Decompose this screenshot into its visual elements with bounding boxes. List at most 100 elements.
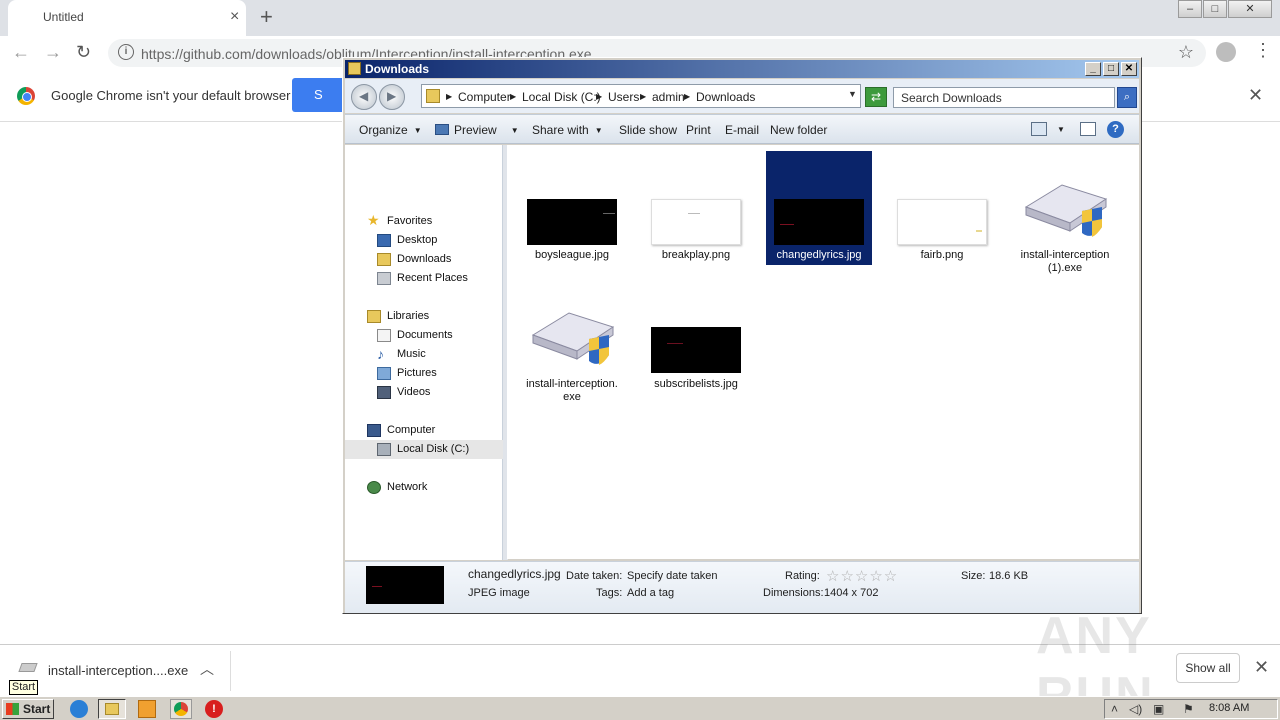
breadcrumb-downloads[interactable]: Downloads <box>696 90 755 104</box>
internet-explorer-icon[interactable] <box>70 700 88 718</box>
close-window-button[interactable]: ✕ <box>1228 0 1272 18</box>
maximize-button[interactable]: □ <box>1103 62 1119 76</box>
download-separator <box>230 651 231 691</box>
tags-value[interactable]: Add a tag <box>627 587 674 599</box>
breadcrumb-root-arrow-icon[interactable]: ▶ <box>446 92 452 101</box>
back-button[interactable]: ◀ <box>351 84 377 110</box>
tags-label: Tags: <box>596 587 623 599</box>
file-name: breakplay.png <box>661 249 731 261</box>
new-tab-button[interactable]: + <box>260 4 273 30</box>
nav-local-disk[interactable]: Local Disk (C:) <box>377 443 469 456</box>
show-hidden-icons-icon[interactable]: ˄ <box>1111 702 1118 716</box>
pictures-icon <box>377 367 391 380</box>
explorer-window: Downloads _ □ ✕ ◀ ▶ ▶ Computer ▶ Local D… <box>342 57 1142 614</box>
address-dropdown-icon[interactable]: ▼ <box>848 89 857 99</box>
breadcrumb-local-disk[interactable]: Local Disk (C:) <box>522 90 601 104</box>
file-name: changedlyrics.jpg <box>776 249 862 261</box>
music-note-icon: ♪ <box>377 346 384 362</box>
tab-close-icon[interactable]: × <box>230 8 239 26</box>
media-player-icon[interactable] <box>138 700 156 718</box>
image-thumbnail <box>774 199 864 245</box>
file-name: boysleague.jpg <box>534 249 609 261</box>
email-button[interactable]: E-mail <box>725 123 759 137</box>
search-input[interactable]: Search Downloads <box>893 87 1115 108</box>
change-view-icon[interactable] <box>1031 122 1047 136</box>
nav-recent-places[interactable]: Recent Places <box>377 272 468 285</box>
rating-stars[interactable]: ☆☆☆☆☆ <box>826 567 898 585</box>
nav-desktop[interactable]: Desktop <box>377 234 437 247</box>
dropdown-arrow-icon: ▼ <box>413 126 422 135</box>
file-item[interactable]: install-interception. exe <box>519 281 625 411</box>
nav-downloads[interactable]: Downloads <box>377 253 451 266</box>
explorer-taskbar-button[interactable] <box>98 699 126 719</box>
forward-button[interactable]: ▶ <box>379 84 405 110</box>
clock[interactable]: 8:08 AM <box>1209 702 1249 714</box>
nav-network[interactable]: Network <box>367 481 427 494</box>
file-item-selected[interactable]: changedlyrics.jpg <box>766 151 872 265</box>
file-item[interactable]: boysleague.jpg <box>519 151 625 265</box>
close-button[interactable]: ✕ <box>1121 62 1137 76</box>
nav-videos[interactable]: Videos <box>377 386 430 399</box>
explorer-titlebar[interactable]: Downloads _ □ ✕ <box>345 60 1139 78</box>
nav-documents[interactable]: Documents <box>377 329 453 342</box>
refresh-icon[interactable]: ⇄ <box>865 87 887 107</box>
breadcrumb-admin[interactable]: admin <box>652 90 685 104</box>
infobar-close-icon[interactable]: ✕ <box>1248 85 1263 106</box>
download-item[interactable]: install-interception....exe <box>48 663 188 678</box>
dropdown-arrow-icon: ▼ <box>510 126 519 135</box>
documents-icon <box>377 329 391 342</box>
minimize-button[interactable]: – <box>1178 0 1202 18</box>
chrome-icon <box>174 702 188 716</box>
breadcrumb-arrow-icon[interactable]: ▶ <box>684 92 690 101</box>
volume-icon[interactable]: ◁) <box>1129 702 1142 716</box>
chrome-menu-icon[interactable]: ⋮ <box>1254 40 1272 61</box>
forward-arrow-icon[interactable]: → <box>44 42 62 63</box>
nav-libraries[interactable]: Libraries <box>367 310 429 323</box>
file-item[interactable]: install-interception (1).exe <box>1012 151 1118 281</box>
back-arrow-icon[interactable]: ← <box>12 42 30 63</box>
date-taken-value[interactable]: Specify date taken <box>627 570 718 582</box>
reload-icon[interactable]: ↻ <box>76 42 91 63</box>
profile-avatar-icon[interactable] <box>1216 42 1236 62</box>
network-tray-icon[interactable]: ▣ <box>1153 702 1164 716</box>
file-item[interactable]: breakplay.png <box>643 151 749 265</box>
help-icon[interactable]: ? <box>1107 121 1124 138</box>
breadcrumb-arrow-icon[interactable]: ▶ <box>640 92 646 101</box>
breadcrumb-computer[interactable]: Computer <box>458 90 511 104</box>
slide-show-button[interactable]: Slide show <box>619 123 677 137</box>
view-dropdown-icon[interactable]: ▼ <box>1057 125 1065 134</box>
nav-music[interactable]: ♪ Music <box>377 346 426 362</box>
installer-keyboard-icon <box>531 312 615 365</box>
stop-icon[interactable]: ! <box>205 700 223 718</box>
breadcrumb-users[interactable]: Users <box>608 90 639 104</box>
site-info-icon[interactable]: i <box>118 44 134 60</box>
breadcrumb-arrow-icon[interactable]: ▶ <box>510 92 516 101</box>
preview-pane-icon[interactable] <box>1080 122 1096 136</box>
nav-computer[interactable]: Computer <box>367 424 435 437</box>
preview-menu[interactable]: Preview ▼ <box>435 123 519 137</box>
organize-menu[interactable]: Organize ▼ <box>359 123 422 137</box>
start-label: Start <box>23 702 51 716</box>
nav-pictures[interactable]: Pictures <box>377 367 437 380</box>
start-button[interactable]: Start <box>2 699 54 719</box>
action-center-flag-icon[interactable]: ⚑ <box>1183 702 1194 716</box>
breadcrumb-arrow-icon[interactable]: ▶ <box>596 92 602 101</box>
new-folder-button[interactable]: New folder <box>770 123 827 137</box>
nav-favorites[interactable]: ★ Favorites <box>367 212 432 228</box>
folder-title-icon <box>348 62 361 75</box>
browser-tab[interactable]: Untitled × <box>8 0 246 36</box>
download-options-chevron-icon[interactable]: ︿ <box>200 659 214 679</box>
nav-documents-label: Documents <box>397 329 453 341</box>
share-with-menu[interactable]: Share with ▼ <box>532 123 603 137</box>
print-button[interactable]: Print <box>686 123 711 137</box>
minimize-button[interactable]: _ <box>1085 62 1101 76</box>
breadcrumb[interactable]: ▶ Computer ▶ Local Disk (C:) ▶ Users ▶ a… <box>421 84 861 108</box>
chrome-taskbar-button[interactable] <box>170 699 192 719</box>
forward-arrow-icon: ▶ <box>387 89 397 103</box>
file-item[interactable]: fairb.png <box>889 151 995 265</box>
bookmark-star-icon[interactable]: ☆ <box>1178 42 1194 63</box>
file-item[interactable]: subscribelists.jpg <box>643 281 749 395</box>
dropdown-arrow-icon: ▼ <box>594 126 603 135</box>
maximize-button[interactable]: □ <box>1203 0 1227 18</box>
search-icon[interactable]: ⌕ <box>1117 87 1137 108</box>
